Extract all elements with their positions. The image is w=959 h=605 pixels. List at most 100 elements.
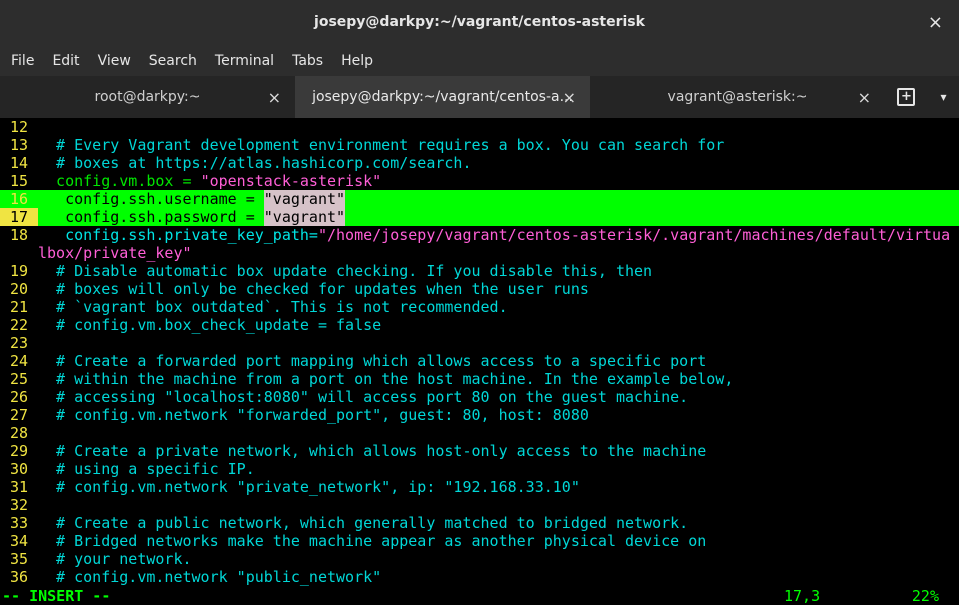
editor-line: 18 config.ssh.private_key_path="/home/jo… [0,226,959,244]
editor-line-wrap: lbox/private_key" [0,244,959,262]
line-number: 12 [10,118,29,136]
line-number: 33 [10,514,29,532]
editor-line: 28 [0,424,959,442]
editor-line: 33 # Create a public network, which gene… [0,514,959,532]
editor-line-highlighted: 16 config.ssh.username = "vagrant" [0,190,959,208]
editor-line: 31 # config.vm.network "private_network"… [0,478,959,496]
tab-bar: root@darkpy:~ × josepy@darkpy:~/vagrant/… [0,76,959,119]
line-number: 24 [10,352,29,370]
menu-search[interactable]: Search [140,53,206,69]
line-text: config.ssh.password = [38,208,264,226]
string-literal: lbox/private_key" [38,244,192,262]
line-number: 32 [10,496,29,514]
editor-line: 32 [0,496,959,514]
new-tab-icon[interactable]: + [897,88,916,106]
editor-line-highlighted: 17 config.ssh.password = "vagrant" [0,208,959,226]
line-text: # config.vm.network "public_network" [38,568,382,586]
close-icon[interactable]: × [858,88,871,107]
editor-line: 26 # accessing "localhost:8080" will acc… [0,388,959,406]
editor-line: 15 config.vm.box = "openstack-asterisk" [0,172,959,190]
line-number: 31 [10,478,29,496]
line-text: # Create a private network, which allows… [38,442,707,460]
line-text: # Every Vagrant development environment … [38,136,725,154]
editor-line: 24 # Create a forwarded port mapping whi… [0,352,959,370]
tab-root[interactable]: root@darkpy:~ × [0,76,295,118]
line-text: # config.vm.network "private_network", i… [38,478,580,496]
menu-tabs[interactable]: Tabs [283,53,332,69]
line-number: 27 [10,406,29,424]
line-number: 15 [10,172,29,190]
line-number: 22 [10,316,29,334]
editor-line: 22 # config.vm.box_check_update = false [0,316,959,334]
line-text: # boxes will only be checked for updates… [38,280,589,298]
menu-view[interactable]: View [89,53,140,69]
editor-line: 23 [0,334,959,352]
tab-centos-asterisk[interactable]: josepy@darkpy:~/vagrant/centos-a... × [295,76,590,118]
chevron-down-icon[interactable]: ▾ [940,90,946,104]
editor-line: 12 [0,118,959,136]
line-number: 25 [10,370,29,388]
line-number: 21 [10,298,29,316]
line-number: 20 [10,280,29,298]
line-text: # config.vm.box_check_update = false [38,316,382,334]
close-icon[interactable]: × [928,12,943,33]
string-literal: "vagrant" [263,190,346,208]
tab-label: root@darkpy:~ [94,89,201,105]
editor-line: 20 # boxes will only be checked for upda… [0,280,959,298]
line-number: 35 [10,550,29,568]
tab-vagrant-asterisk[interactable]: vagrant@asterisk:~ × [590,76,885,118]
editor-line: 21 # `vagrant box outdated`. This is not… [0,298,959,316]
editor-line: 35 # your network. [0,550,959,568]
menu-file[interactable]: File [2,53,43,69]
line-number: 28 [10,424,29,442]
line-text: # your network. [38,550,192,568]
line-text: config.vm.box = [38,172,201,190]
line-text: # boxes at https://atlas.hashicorp.com/s… [38,154,472,172]
close-icon[interactable]: × [268,88,281,107]
editor-line: 30 # using a specific IP. [0,460,959,478]
line-text: # Disable automatic box update checking.… [38,262,653,280]
window-title: josepy@darkpy:~/vagrant/centos-asterisk [314,14,645,30]
line-number: 36 [10,568,29,586]
tab-label: vagrant@asterisk:~ [667,89,808,105]
line-number: 30 [10,460,29,478]
menu-help[interactable]: Help [332,53,382,69]
menu-bar: File Edit View Search Terminal Tabs Help [0,46,959,76]
string-literal: "openstack-asterisk" [200,172,382,190]
cursor-position: 17,3 [784,587,821,605]
line-text: # Create a forwarded port mapping which … [38,352,707,370]
line-number: 26 [10,388,29,406]
line-text: # `vagrant box outdated`. This is not re… [38,298,508,316]
editor-line: 29 # Create a private network, which all… [0,442,959,460]
editor-line: 34 # Bridged networks make the machine a… [0,532,959,550]
string-literal: "vagrant" [263,208,346,226]
line-number: 29 [10,442,29,460]
line-text: # config.vm.network "forwarded_port", gu… [38,406,589,424]
string-literal: "/home/josepy/vagrant/centos-asterisk/.v… [317,226,951,244]
line-number: 18 [10,226,29,244]
terminal-content[interactable]: 12 13 # Every Vagrant development enviro… [0,118,959,605]
line-text: config.ssh.username = [38,190,264,208]
line-number: 23 [10,334,29,352]
editor-line: 13 # Every Vagrant development environme… [0,136,959,154]
menu-edit[interactable]: Edit [43,53,88,69]
line-number: 13 [10,136,29,154]
line-number: 14 [10,154,29,172]
line-text: # within the machine from a port on the … [38,370,734,388]
editor-line: 25 # within the machine from a port on t… [0,370,959,388]
editor-line: 27 # config.vm.network "forwarded_port",… [0,406,959,424]
line-text: # accessing "localhost:8080" will access… [38,388,689,406]
editor-line: 36 # config.vm.network "public_network" [0,568,959,586]
line-text: config.ssh.private_key_path= [38,226,318,244]
menu-terminal[interactable]: Terminal [206,53,283,69]
close-icon[interactable]: × [563,88,576,107]
line-number: 34 [10,532,29,550]
line-text: # Create a public network, which general… [38,514,689,532]
scroll-percent: 22% [911,587,939,605]
tab-actions: + ▾ [885,76,959,118]
vim-status-line: -- INSERT -- 17,3 22% [0,587,959,605]
terminal-window: josepy@darkpy:~/vagrant/centos-asterisk … [0,0,959,605]
line-text: # Bridged networks make the machine appe… [38,532,707,550]
line-text: # using a specific IP. [38,460,255,478]
editor-line: 19 # Disable automatic box update checki… [0,262,959,280]
